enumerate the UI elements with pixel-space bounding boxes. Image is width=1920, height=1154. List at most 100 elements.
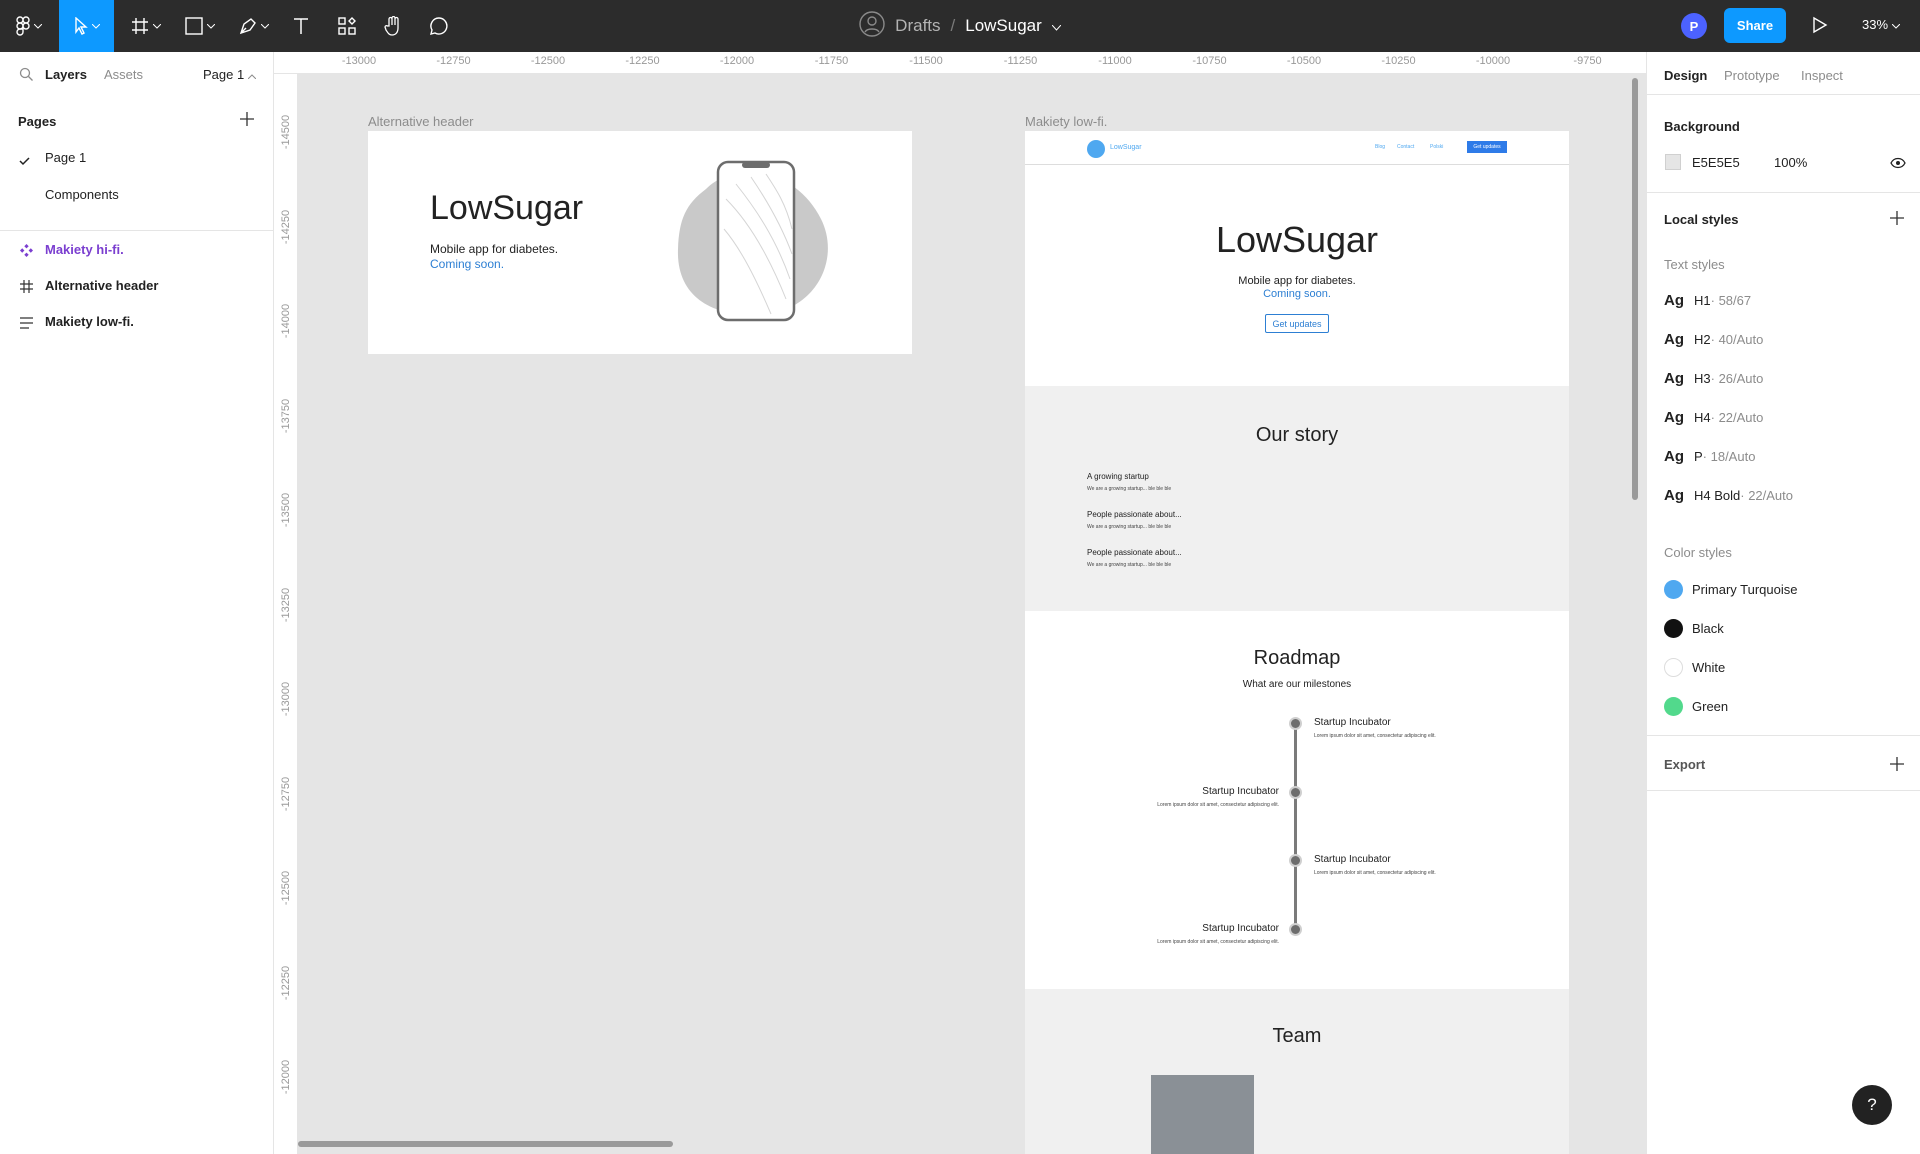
zoom-menu[interactable]: 33% xyxy=(1862,17,1901,32)
text-style-preview: Ag xyxy=(1664,370,1684,387)
color-style-primary-turquoise[interactable]: Primary Turquoise xyxy=(1664,580,1797,599)
ruler-tick-label: -13000 xyxy=(280,681,292,717)
text-style-preview: Ag xyxy=(1664,409,1684,426)
main-menu-button[interactable] xyxy=(8,0,50,52)
background-swatch[interactable] xyxy=(1665,154,1681,170)
text-style-name: H3 xyxy=(1694,371,1711,386)
comment-tool-button[interactable] xyxy=(424,0,454,52)
share-button[interactable]: Share xyxy=(1724,8,1786,43)
roadmap-item-body: Lorem ipsum dolor sit amet, consectetur … xyxy=(1157,802,1279,808)
color-style-black[interactable]: Black xyxy=(1664,619,1724,638)
roadmap-item-heading: Startup Incubator xyxy=(1202,923,1279,934)
story-body: We are a growing startup... ble ble ble xyxy=(1087,562,1172,568)
text-style-meta: · 22/Auto xyxy=(1740,488,1794,503)
eye-icon[interactable] xyxy=(1890,156,1906,174)
panel-divider xyxy=(1647,735,1920,736)
move-tool-button[interactable] xyxy=(59,0,114,52)
ruler-tick-label: -13250 xyxy=(280,587,292,622)
text-style-h4-bold[interactable]: Ag H4 Bold · 22/Auto xyxy=(1664,487,1793,504)
horizontal-scrollbar[interactable] xyxy=(298,1141,673,1147)
add-export-icon[interactable] xyxy=(1890,757,1904,776)
text-style-h1[interactable]: Ag H1 · 58/67 xyxy=(1664,292,1751,309)
chevron-down-icon xyxy=(153,23,161,29)
resources-icon xyxy=(338,17,356,35)
nav-link-polski: Polski xyxy=(1430,144,1444,150)
text-styles-title: Text styles xyxy=(1664,257,1725,272)
shape-tool-button[interactable] xyxy=(178,0,222,52)
ruler-tick-label: -11000 xyxy=(1098,55,1132,67)
lowfi-hero-button: Get updates xyxy=(1265,314,1329,333)
layer-makiety-low-fi[interactable]: Makiety low-fi. xyxy=(45,314,134,329)
chevron-down-icon xyxy=(1891,17,1901,32)
text-style-h2[interactable]: Ag H2 · 40/Auto xyxy=(1664,331,1763,348)
breadcrumb-drafts-link[interactable]: Drafts xyxy=(895,16,940,36)
file-name[interactable]: LowSugar xyxy=(965,16,1042,36)
search-icon[interactable] xyxy=(19,67,33,84)
color-style-name: Primary Turquoise xyxy=(1692,582,1798,597)
present-play-icon[interactable] xyxy=(1808,14,1830,41)
color-style-name: White xyxy=(1692,660,1726,675)
phone-illustration xyxy=(677,160,828,322)
hand-tool-button[interactable] xyxy=(378,0,408,52)
color-style-white[interactable]: White xyxy=(1664,658,1725,677)
pen-tool-button[interactable] xyxy=(232,0,276,52)
ruler-tick-label: -10750 xyxy=(1192,55,1227,67)
frame-label-alternative-header[interactable]: Alternative header xyxy=(368,114,474,129)
text-style-h4[interactable]: Ag H4 · 22/Auto xyxy=(1664,409,1763,426)
local-styles-title: Local styles xyxy=(1664,212,1739,227)
lowfi-story-section: Our story A growing startup We are a gro… xyxy=(1025,386,1569,611)
text-style-name: H4 xyxy=(1694,410,1711,425)
text-tool-button[interactable] xyxy=(286,0,316,52)
frame-label-makiety-low-fi[interactable]: Makiety low-fi. xyxy=(1025,114,1107,129)
breadcrumb-separator: / xyxy=(950,16,956,35)
background-opacity[interactable]: 100% xyxy=(1774,155,1807,170)
roadmap-title: Roadmap xyxy=(1253,647,1341,669)
ruler-top: -13000 -12750 -12500 -12250 -12000 -11750 -115… xyxy=(274,52,1646,74)
tab-design[interactable]: Design xyxy=(1664,68,1707,83)
layer-alternative-header[interactable]: Alternative header xyxy=(45,278,158,293)
canvas[interactable]: Alternative header LowSugar Mobile app f… xyxy=(298,74,1646,1154)
frame-tool-button[interactable] xyxy=(124,0,168,52)
cursor-arrow-icon xyxy=(74,17,88,35)
roadmap-node xyxy=(1289,717,1302,730)
resources-tool-button[interactable] xyxy=(332,0,362,52)
page-item-page-1[interactable]: Page 1 xyxy=(45,150,86,165)
story-heading: A growing startup xyxy=(1087,472,1149,481)
add-page-icon[interactable] xyxy=(240,112,254,131)
color-style-green[interactable]: Green xyxy=(1664,697,1728,716)
ruler-tick-label: -10500 xyxy=(1286,55,1322,67)
roadmap-subtitle: What are our milestones xyxy=(1242,679,1352,690)
component-icon xyxy=(20,244,33,262)
add-style-icon[interactable] xyxy=(1890,211,1904,230)
ruler-tick-label: -12750 xyxy=(436,55,471,67)
text-style-p[interactable]: Ag P · 18/Auto xyxy=(1664,448,1755,465)
chevron-down-icon[interactable] xyxy=(1051,16,1062,36)
ruler-tick-label: -11500 xyxy=(909,55,943,67)
nav-link-contact: Contact xyxy=(1397,144,1415,150)
ruler-tick-label: -13750 xyxy=(280,398,292,433)
frame-alternative-header[interactable]: LowSugar Mobile app for diabetes. Coming… xyxy=(368,131,912,354)
ruler-tick-label: -12500 xyxy=(280,870,292,906)
team-title: Team xyxy=(1272,1025,1322,1047)
tab-inspect[interactable]: Inspect xyxy=(1801,68,1843,83)
ruler-tick-label: -11750 xyxy=(814,55,849,67)
text-style-meta: · 18/Auto xyxy=(1702,449,1756,464)
avatar[interactable]: P xyxy=(1681,13,1707,39)
help-button[interactable]: ? xyxy=(1852,1085,1892,1125)
tab-layers[interactable]: Layers xyxy=(45,67,87,82)
ruler-tick-label: -11250 xyxy=(1003,55,1038,67)
tab-assets[interactable]: Assets xyxy=(104,67,143,82)
roadmap-node xyxy=(1289,923,1302,936)
background-hex[interactable]: E5E5E5 xyxy=(1692,155,1740,170)
vertical-scrollbar[interactable] xyxy=(1632,78,1638,500)
text-style-h3[interactable]: Ag H3 · 26/Auto xyxy=(1664,370,1763,387)
text-style-meta: · 40/Auto xyxy=(1710,332,1764,347)
page-select[interactable]: Page 1 xyxy=(203,67,257,82)
right-panel: Design Prototype Inspect Background E5E5… xyxy=(1646,52,1920,1154)
tab-prototype[interactable]: Prototype xyxy=(1724,68,1780,83)
page-item-components[interactable]: Components xyxy=(45,187,119,202)
hero-subtitle: Mobile app for diabetes. xyxy=(430,242,559,256)
comment-bubble-icon xyxy=(429,16,449,36)
layer-makiety-hi-fi[interactable]: Makiety hi-fi. xyxy=(45,242,124,257)
frame-makiety-low-fi[interactable]: LowSugar Blog Contact Polski Get updates… xyxy=(1025,131,1569,1154)
